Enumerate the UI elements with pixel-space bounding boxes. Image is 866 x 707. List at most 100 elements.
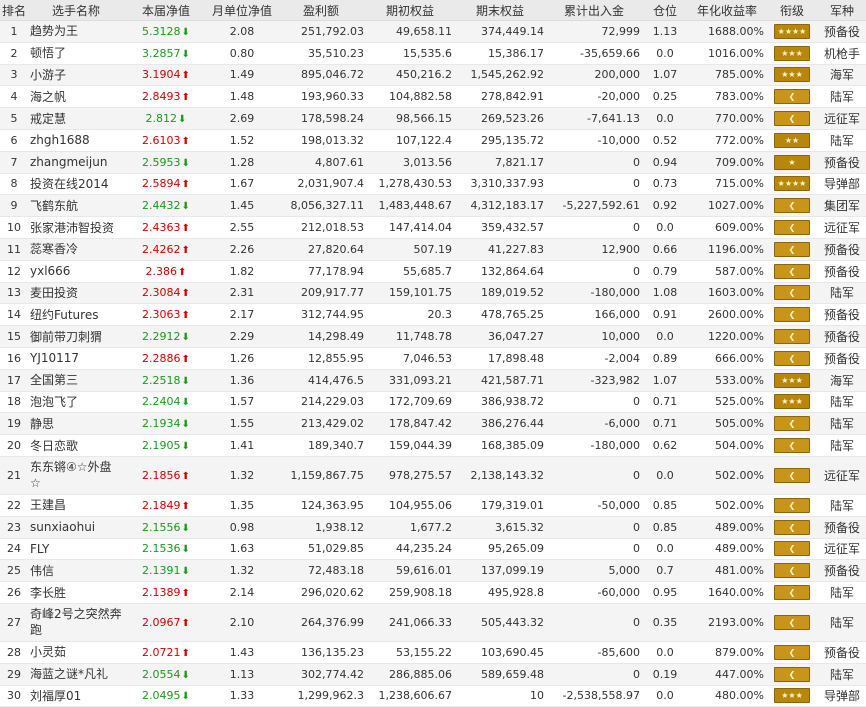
table-row[interactable]: 4 海之帆 2.8493⬆ 1.48 193,960.33 104,882.58 278,8… — [0, 85, 866, 109]
player-name-link[interactable]: 顿悟了 — [28, 42, 124, 65]
player-name-link[interactable]: sunxiaohui — [28, 516, 124, 539]
player-name-link[interactable]: zhgh1688 — [28, 129, 124, 152]
player-name-link[interactable]: 伟信 — [28, 559, 124, 583]
player-name-link[interactable]: 小游子 — [28, 64, 124, 87]
end-equity-cell: 189,019.52 — [454, 282, 546, 305]
table-row[interactable]: 19 静思 2.1934⬇ 1.55 213,429.02 178,847.42 386,2… — [0, 412, 866, 436]
table-row[interactable]: 24 FLY 2.1536⬇ 1.63 51,029.85 44,235.24 95,265… — [0, 538, 866, 561]
net-flow-cell: 0 — [546, 603, 642, 642]
player-name-link[interactable]: yxl666 — [28, 260, 124, 283]
table-row[interactable]: 16 YJ10117 2.2886⬆ 1.26 12,855.95 7,046.53 17,… — [0, 347, 866, 370]
month-nav-cell: 2.26 — [208, 238, 276, 261]
player-name-link[interactable]: 静思 — [28, 412, 124, 436]
table-row[interactable]: 8 投资在线2014 2.5894⬆ 1.67 2,031,907.4 1,278,430… — [0, 173, 866, 196]
start-equity-cell: 53,155.22 — [366, 641, 454, 664]
table-row[interactable]: 6 zhgh1688 2.6103⬆ 1.52 198,013.32 107,122.4 2… — [0, 129, 866, 152]
player-name-link[interactable]: 戒定慧 — [28, 107, 124, 130]
col-position-header: 仓位 — [642, 0, 688, 21]
nav-value: 2.2518 — [142, 373, 181, 387]
start-equity-cell: 59,616.01 — [366, 559, 454, 583]
annual-return-cell: 1220.00% — [688, 325, 766, 348]
end-equity-cell: 495,928.8 — [454, 581, 546, 604]
rank-insignia-chevron-icon: ❮ — [774, 350, 810, 366]
annual-return-cell: 709.00% — [688, 151, 766, 174]
player-name-link[interactable]: YJ10117 — [28, 347, 124, 370]
table-row[interactable]: 25 伟信 2.1391⬇ 1.32 72,483.18 59,616.01 137,099… — [0, 559, 866, 583]
player-name-link[interactable]: 御前带刀刺猬 — [28, 325, 124, 348]
rank-cell: 14 — [0, 303, 28, 327]
player-name-link[interactable]: 奇峰2号之突然奔跑 — [28, 603, 124, 642]
player-name-link[interactable]: 冬日恋歌 — [28, 434, 124, 457]
player-name-link[interactable]: 王建昌 — [28, 494, 124, 517]
table-row[interactable]: 12 yxl666 2.386⬆ 1.82 77,178.94 55,685.7 132,8… — [0, 260, 866, 283]
table-row[interactable]: 29 海蓝之谜*凡礼 2.0554⬇ 1.13 302,774.42 286,885.06… — [0, 663, 866, 686]
player-name-link[interactable]: 飞鹤东航 — [28, 194, 124, 218]
table-row[interactable]: 23 sunxiaohui 2.1556⬇ 0.98 1,938.12 1,677.2 3,… — [0, 516, 866, 539]
arrow-up-icon: ⬆ — [181, 588, 190, 600]
player-name-link[interactable]: 小灵茹 — [28, 641, 124, 664]
player-name-link[interactable]: 泡泡飞了 — [28, 391, 124, 414]
player-name-link[interactable]: 海蓝之谜*凡礼 — [28, 663, 124, 686]
table-row[interactable]: 3 小游子 3.1904⬆ 1.49 895,046.72 450,216.2 1,545,… — [0, 64, 866, 87]
table-row[interactable]: 28 小灵茹 2.0721⬆ 1.43 136,135.23 53,155.22 103,6… — [0, 641, 866, 664]
rank-insignia-chevron-icon: ❮ — [774, 285, 810, 301]
start-equity-cell: 241,066.33 — [366, 603, 454, 642]
table-row[interactable]: 18 泡泡飞了 2.2404⬇ 1.57 214,229.03 172,709.69 386… — [0, 391, 866, 414]
profit-cell: 251,792.03 — [276, 20, 366, 43]
player-name-link[interactable]: 海之帆 — [28, 85, 124, 109]
table-row[interactable]: 5 戒定慧 2.812⬇ 2.69 178,598.24 98,566.15 269,523… — [0, 107, 866, 130]
table-row[interactable]: 30 刘福厚01 2.0495⬇ 1.33 1,299,962.3 1,238,606.6… — [0, 685, 866, 707]
player-name-link[interactable]: 投资在线2014 — [28, 173, 124, 196]
table-row[interactable]: 7 zhangmeijun 2.5953⬇ 1.28 4,807.61 3,013.56 7… — [0, 151, 866, 174]
table-row[interactable]: 11 蕊寒香冷 2.4262⬆ 2.26 27,820.64 507.19 41,227.8… — [0, 238, 866, 261]
start-equity-cell: 11,748.78 — [366, 325, 454, 348]
table-row[interactable]: 13 麦田投资 2.3084⬆ 2.31 209,917.77 159,101.75 189… — [0, 282, 866, 305]
player-name-link[interactable]: 张家港沛智投资 — [28, 216, 124, 239]
rank-cell: 22 — [0, 494, 28, 517]
army-cell: 陆军 — [818, 129, 866, 152]
player-name-link[interactable]: 东东锵④☆外盘☆ — [28, 456, 124, 495]
player-name-link[interactable]: 趋势为王 — [28, 20, 124, 43]
player-name-link[interactable]: 蕊寒香冷 — [28, 238, 124, 261]
insignia-cell: ★★★ — [766, 391, 818, 414]
army-cell: 预备役 — [818, 347, 866, 370]
player-name-link[interactable]: 全国第三 — [28, 369, 124, 392]
table-row[interactable]: 27 奇峰2号之突然奔跑 2.0967⬆ 2.10 264,376.99 241,066.… — [0, 603, 866, 642]
player-name-link[interactable]: 麦田投资 — [28, 282, 124, 305]
profit-cell: 193,960.33 — [276, 85, 366, 109]
player-name-link[interactable]: 刘福厚01 — [28, 685, 124, 707]
annual-return-cell: 489.00% — [688, 516, 766, 539]
month-nav-cell: 1.48 — [208, 85, 276, 109]
position-cell: 0.89 — [642, 347, 688, 370]
profit-cell: 124,363.95 — [276, 494, 366, 517]
player-name-link[interactable]: FLY — [28, 538, 124, 561]
table-row[interactable]: 10 张家港沛智投资 2.4363⬆ 2.55 212,018.53 147,414.04… — [0, 216, 866, 239]
nav-value: 2.6103 — [142, 133, 181, 147]
nav-cell: 2.1856⬆ — [124, 456, 208, 495]
nav-cell: 2.5894⬆ — [124, 173, 208, 196]
table-row[interactable]: 17 全国第三 2.2518⬇ 1.36 414,476.5 331,093.21 421,… — [0, 369, 866, 392]
nav-cell: 2.5953⬇ — [124, 151, 208, 174]
rank-insignia-three-dot-icon: ★★★ — [774, 394, 810, 410]
table-row[interactable]: 26 李长胜 2.1389⬆ 2.14 296,020.62 259,908.18 495,… — [0, 581, 866, 604]
table-row[interactable]: 1 趋势为王 5.3128⬇ 2.08 251,792.03 49,658.11 374,4… — [0, 20, 866, 43]
player-name-link[interactable]: zhangmeijun — [28, 151, 124, 174]
month-nav-cell: 2.69 — [208, 107, 276, 130]
player-name-link[interactable]: 李长胜 — [28, 581, 124, 604]
position-cell: 0.0 — [642, 456, 688, 495]
insignia-cell: ★★★★ — [766, 173, 818, 196]
table-row[interactable]: 20 冬日恋歌 2.1905⬇ 1.41 189,340.7 159,044.39 168,… — [0, 434, 866, 457]
table-row[interactable]: 14 纽约Futures 2.3063⬆ 2.17 312,744.95 20.3 478,… — [0, 303, 866, 327]
table-row[interactable]: 2 顿悟了 3.2857⬇ 0.80 35,510.23 15,535.6 15,386.1… — [0, 42, 866, 65]
table-row[interactable]: 22 王建昌 2.1849⬆ 1.35 124,363.95 104,955.06 179,… — [0, 494, 866, 517]
player-name-link[interactable]: 纽约Futures — [28, 303, 124, 327]
table-row[interactable]: 9 飞鹤东航 2.4432⬇ 1.45 8,056,327.11 1,483,448.67… — [0, 194, 866, 218]
nav-value: 2.0721 — [142, 645, 181, 659]
annual-return-cell: 1027.00% — [688, 194, 766, 218]
table-row[interactable]: 15 御前带刀刺猬 2.2912⬇ 2.29 14,298.49 11,748.78 36,… — [0, 325, 866, 348]
start-equity-cell: 1,677.2 — [366, 516, 454, 539]
army-cell: 预备役 — [818, 303, 866, 327]
table-row[interactable]: 21 东东锵④☆外盘☆ 2.1856⬆ 1.32 1,159,867.75 978,275… — [0, 456, 866, 495]
net-flow-cell: -85,600 — [546, 641, 642, 664]
arrow-down-icon: ⬇ — [181, 375, 190, 387]
